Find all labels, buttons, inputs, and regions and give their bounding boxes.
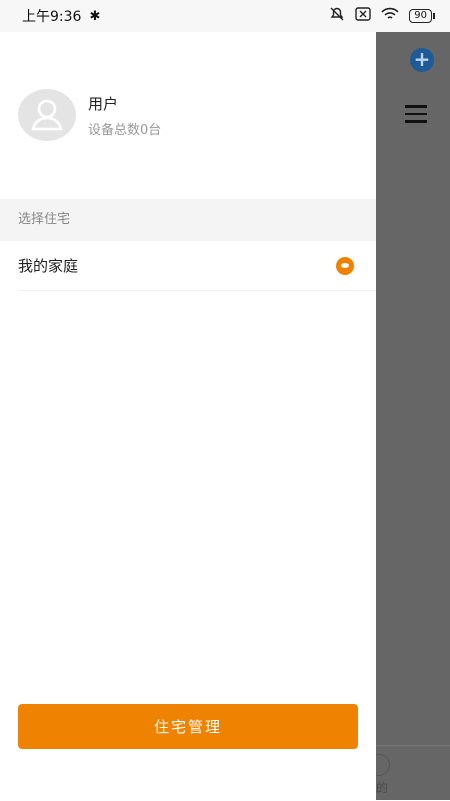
wifi-icon (381, 7, 399, 25)
section-header: 选择住宅 (0, 199, 376, 241)
add-icon: + (410, 48, 434, 72)
home-label: 我的家庭 (18, 257, 79, 275)
battery-icon: 90 (409, 9, 435, 23)
status-bar: 上午9:36 ✱ 90 (0, 0, 450, 32)
mute-icon (329, 6, 345, 26)
status-right: 90 (329, 6, 435, 26)
user-profile[interactable]: 用户 设备总数0台 (18, 89, 161, 141)
nav-label-peek: 的 (376, 781, 389, 795)
bottom-nav-peek: 的 (368, 745, 450, 801)
manage-homes-button[interactable]: 住宅管理 (18, 704, 358, 749)
menu-icon (405, 105, 427, 128)
profile-text: 用户 设备总数0台 (88, 93, 161, 138)
status-left: 上午9:36 ✱ (22, 6, 100, 26)
status-time: 上午9:36 (22, 9, 82, 25)
user-icon (31, 99, 63, 131)
home-drawer: 用户 设备总数0台 选择住宅 我的家庭 住宅管理 (0, 32, 376, 800)
radio-selected-icon[interactable] (336, 256, 354, 275)
list-item-home[interactable]: 我的家庭 (18, 241, 376, 291)
user-name: 用户 (88, 94, 119, 113)
no-sim-icon (355, 7, 371, 25)
background-overlay[interactable]: + 的 (368, 32, 450, 801)
device-count: 设备总数0台 (88, 122, 162, 138)
bluetooth-icon: ✱ (89, 8, 101, 24)
avatar (18, 89, 76, 141)
